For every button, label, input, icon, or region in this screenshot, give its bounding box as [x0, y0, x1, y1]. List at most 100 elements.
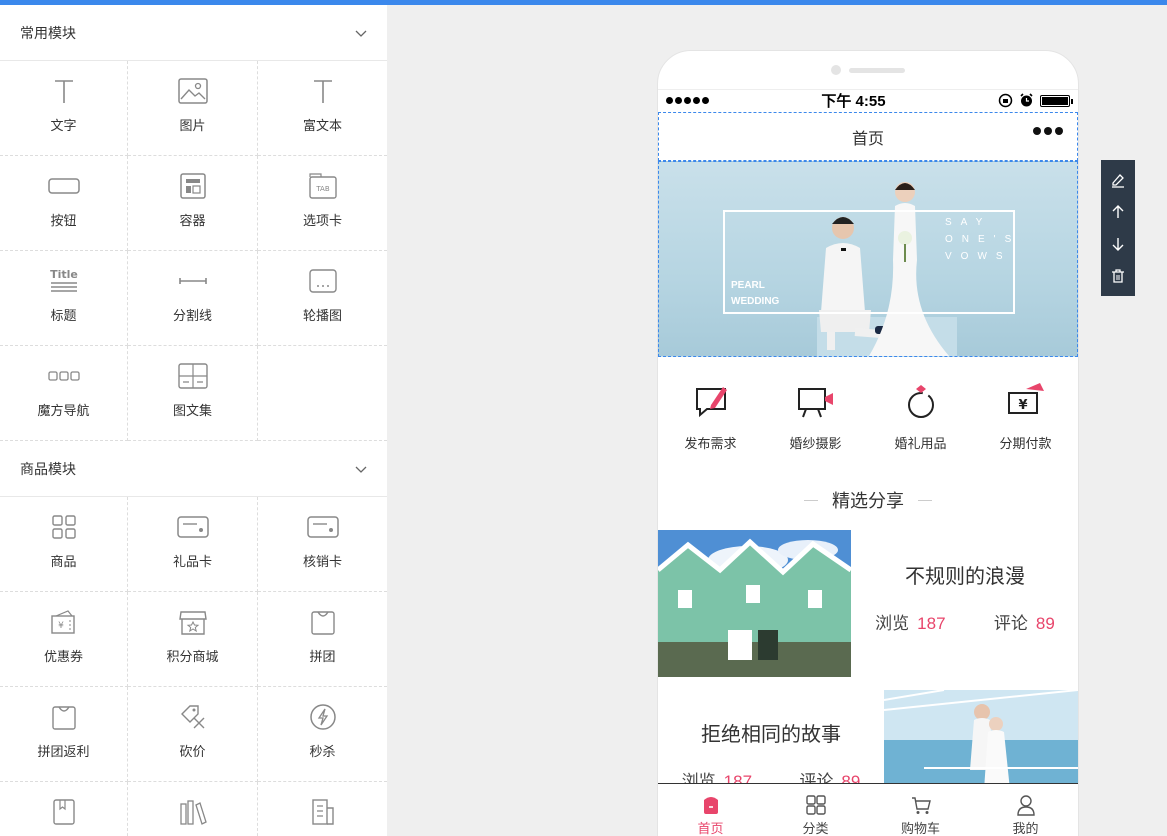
module-label: 礼品卡 [172, 554, 212, 569]
wedding-photo-icon [797, 388, 833, 418]
module-rich-text[interactable]: 富文本 [258, 61, 387, 156]
edit-button[interactable] [1106, 168, 1130, 192]
share-card[interactable]: 拒绝相同的故事 浏览 187 评论 89 [658, 690, 1078, 791]
tab-category[interactable]: 分类 [763, 784, 868, 836]
banner-carousel[interactable]: PEARL WEDDING SAY ONE'S VOWS [658, 161, 1078, 357]
entry-label: 婚礼用品 [894, 436, 947, 451]
module-goods[interactable]: 商品 [0, 497, 128, 592]
module-bargain[interactable]: 砍价 [128, 687, 258, 782]
module-label: 魔方导航 [37, 403, 90, 418]
module-label: 砍价 [179, 744, 206, 759]
module-points-mall[interactable]: 积分商城 [128, 592, 258, 687]
svg-text:Title: Title [50, 268, 78, 281]
section-header-goods[interactable]: 商品模块 [0, 441, 387, 497]
tab-cart[interactable]: 购物车 [868, 784, 973, 836]
entry-label: 婚纱摄影 [789, 436, 842, 451]
module-label: 文字 [50, 118, 77, 133]
card-title: 不规则的浪漫 [905, 566, 1025, 588]
views-stat: 浏览 187 [875, 614, 946, 633]
module-flash-sale[interactable]: 秒杀 [258, 687, 387, 782]
speaker-grille [849, 67, 905, 73]
section-header-common[interactable]: 常用模块 [0, 5, 387, 61]
chevron-down-icon[interactable] [355, 463, 367, 475]
module-group-buy[interactable]: 拼团 [258, 592, 387, 687]
module-container[interactable]: 容器 [128, 156, 258, 251]
post-demand-icon [695, 387, 727, 418]
module-document[interactable] [258, 782, 387, 836]
move-up-button[interactable] [1106, 200, 1130, 224]
phone-preview: 下午 4:55 首页 PEARL WEDDING SAY ONE'S VOWS … [657, 50, 1079, 836]
coupon-icon: ¥ [50, 610, 75, 634]
module-label: 拼团 [309, 649, 336, 664]
module-group-rebate[interactable]: 拼团返利 [0, 687, 128, 782]
camera-dot [831, 65, 841, 75]
battery-icon [1039, 94, 1073, 107]
module-book[interactable] [0, 782, 128, 836]
svg-text:TAB: TAB [315, 185, 330, 193]
tab-label: 我的 [1012, 821, 1039, 836]
module-label: 图片 [179, 118, 206, 133]
button-icon [47, 178, 80, 194]
module-button[interactable]: 按钮 [0, 156, 128, 251]
svg-text:¥: ¥ [1018, 398, 1027, 413]
entry-label: 分期付款 [999, 436, 1052, 451]
goods-icon [51, 515, 76, 539]
image-text-icon [177, 363, 208, 389]
module-coupon[interactable]: ¥ 优惠券 [0, 592, 128, 687]
entry-wedding-photo[interactable]: 婚纱摄影 [766, 381, 866, 452]
rotation-lock-icon [998, 93, 1013, 108]
module-image-text[interactable]: 图文集 [128, 346, 258, 441]
goods-module-grid: 商品 礼品卡 核销卡 ¥ 优惠券 积分商城 拼团 拼团返利 砍价 秒杀 [0, 497, 387, 836]
user-icon [1016, 795, 1035, 816]
entry-installment[interactable]: ¥ 分期付款 [976, 381, 1076, 452]
module-tab[interactable]: TAB 选项卡 [258, 156, 387, 251]
module-carousel[interactable]: 轮播图 [258, 251, 387, 346]
image-icon [177, 78, 208, 104]
share-card[interactable]: 不规则的浪漫 浏览 187 评论 89 [658, 530, 1078, 677]
section-title-text: 精选分享 [832, 491, 904, 511]
module-image[interactable]: 图片 [128, 61, 258, 156]
delete-button[interactable] [1106, 264, 1130, 288]
container-icon [179, 173, 206, 199]
rich-text-icon [313, 80, 332, 103]
more-icon[interactable] [1033, 127, 1063, 135]
svg-text:¥: ¥ [58, 621, 64, 631]
edit-icon [1112, 174, 1124, 188]
page-navbar[interactable]: 首页 [658, 112, 1078, 161]
home-icon [703, 797, 718, 814]
points-mall-icon [178, 611, 207, 635]
section-title: 商品模块 [20, 460, 76, 477]
module-divider[interactable]: 分割线 [128, 251, 258, 346]
ring-icon [907, 385, 934, 418]
module-label: 分割线 [172, 308, 212, 323]
tab-profile[interactable]: 我的 [973, 784, 1078, 836]
share-card-text: 拒绝相同的故事 浏览 187 评论 89 [658, 690, 884, 791]
bottom-tab-bar: 首页 分类 购物车 我的 [658, 783, 1078, 836]
alarm-icon [1020, 93, 1033, 107]
tab-home[interactable]: 首页 [658, 784, 763, 836]
module-title[interactable]: Title 标题 [0, 251, 128, 346]
entry-post-demand[interactable]: 发布需求 [661, 381, 761, 452]
move-down-button[interactable] [1106, 232, 1130, 256]
module-cube-nav[interactable]: 魔方导航 [0, 346, 128, 441]
module-label: 轮播图 [302, 308, 342, 323]
entry-label: 发布需求 [684, 436, 737, 451]
common-module-grid: 文字 图片 富文本 按钮 容器 TAB 选项卡 Title 标题 分割线 轮播图… [0, 61, 387, 441]
bargain-icon [180, 705, 204, 729]
module-text[interactable]: 文字 [0, 61, 128, 156]
phone-earpiece [658, 65, 1078, 75]
card-title: 拒绝相同的故事 [701, 724, 841, 746]
carousel-icon [308, 269, 337, 293]
module-label: 容器 [179, 213, 206, 228]
module-label: 富文本 [302, 118, 342, 133]
category-icon [805, 795, 826, 815]
module-verify-card[interactable]: 核销卡 [258, 497, 387, 592]
text-icon [54, 80, 73, 103]
trash-icon [1112, 269, 1124, 283]
comments-stat: 评论 89 [993, 614, 1055, 633]
module-label: 积分商城 [166, 649, 219, 664]
entry-ring[interactable]: 婚礼用品 [871, 381, 971, 452]
chevron-down-icon[interactable] [355, 27, 367, 39]
module-books[interactable] [128, 782, 258, 836]
module-gift-card[interactable]: 礼品卡 [128, 497, 258, 592]
